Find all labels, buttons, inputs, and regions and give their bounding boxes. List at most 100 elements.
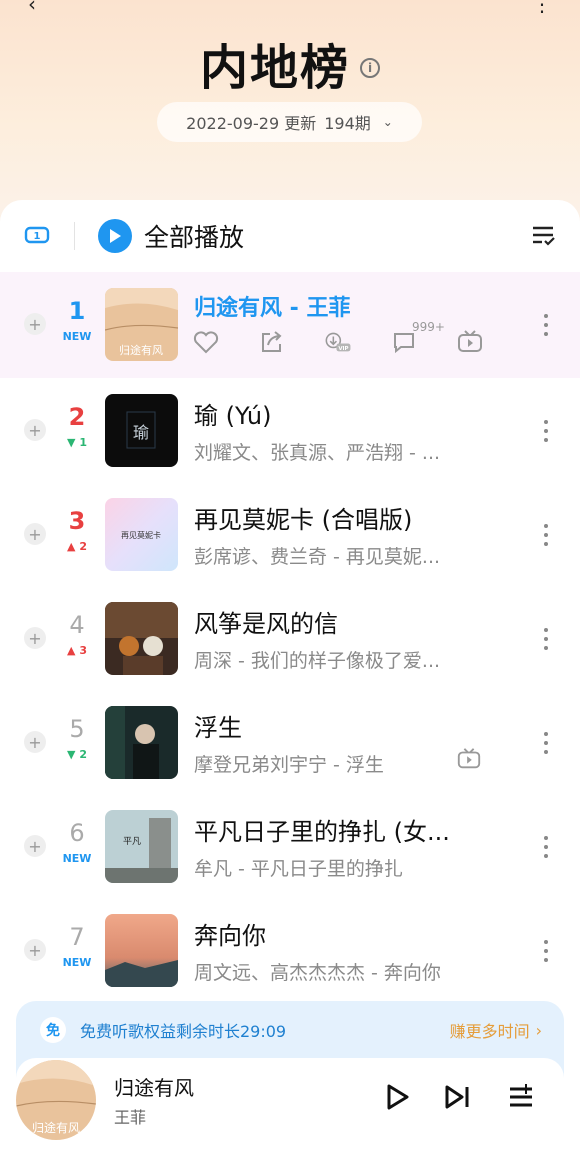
list-item[interactable]: + 2 ▼ 1 瑜 瑜 (Yú) 刘耀文、张真源、严浩翔 - ...	[0, 378, 580, 482]
album-cover[interactable]	[105, 602, 178, 675]
album-cover[interactable]: 再见莫妮卡	[105, 498, 178, 571]
song-artist: 周深 - 我们的样子像极了爱...	[194, 650, 441, 672]
song-title: 瑜 (Yú)	[194, 402, 272, 430]
more-icon[interactable]	[542, 628, 550, 650]
download-vip-icon[interactable]: VIP	[324, 328, 352, 356]
toolbar-divider	[74, 222, 75, 250]
issue-selector[interactable]: 2022-09-29 更新 194期 ⌄	[157, 102, 422, 142]
rank-change: ▼ 2	[67, 748, 87, 761]
album-cover[interactable]: 平凡	[105, 810, 178, 883]
add-icon[interactable]: +	[24, 939, 46, 961]
earn-more-link[interactable]: 赚更多时间 ›	[450, 1018, 542, 1042]
rank-number: 5	[69, 715, 85, 743]
mini-player[interactable]: 归途有风 归途有风 王菲	[16, 1058, 564, 1158]
song-title: 浮生	[194, 714, 242, 742]
rank-column: 5 ▼ 2	[56, 714, 98, 761]
rank-column: 6 NEW	[56, 818, 98, 865]
more-icon[interactable]	[542, 732, 550, 754]
song-title: 风筝是风的信	[194, 610, 338, 638]
chevron-down-icon: ⌄	[382, 115, 393, 129]
list-item[interactable]: + 5 ▼ 2 浮生 摩登兄弟刘宇宁 - 浮生	[0, 690, 580, 794]
svg-text:VIP: VIP	[338, 346, 348, 352]
svg-text:平凡: 平凡	[123, 836, 141, 847]
svg-text:瑜: 瑜	[133, 423, 149, 442]
more-icon[interactable]	[542, 836, 550, 858]
earn-more-label: 赚更多时间	[449, 1022, 530, 1041]
list-item[interactable]: + 6 NEW 平凡 平凡日子里的挣扎 (女... 牟凡 - 平凡日子里的挣扎	[0, 794, 580, 898]
play-icon	[98, 219, 132, 253]
album-cover[interactable]	[105, 914, 178, 987]
next-track-icon[interactable]	[442, 1082, 472, 1112]
player-title: 归途有风	[114, 1076, 194, 1100]
play-all-label: 全部播放	[144, 223, 245, 252]
rank-change: NEW	[62, 330, 92, 343]
rank-number: 4	[69, 611, 85, 639]
rank-change: NEW	[62, 852, 92, 865]
rank-number: 6	[69, 819, 85, 847]
song-title: 归途有风 - 王菲	[194, 296, 351, 321]
song-title: 平凡日子里的挣扎 (女...	[194, 818, 450, 846]
player-artist: 王菲	[114, 1108, 147, 1127]
add-icon[interactable]: +	[24, 627, 46, 649]
svg-text:归途有风: 归途有风	[32, 1120, 80, 1135]
more-icon[interactable]	[542, 314, 550, 336]
song-artist: 摩登兄弟刘宇宁 - 浮生	[194, 754, 384, 776]
song-actions: VIP 999+	[192, 320, 522, 356]
add-icon[interactable]: +	[24, 523, 46, 545]
chart-header: ‹ ⋮ 内地榜 i 2022-09-29 更新 194期 ⌄	[0, 0, 580, 230]
manage-list-icon[interactable]	[530, 222, 556, 248]
free-time-text: 免费听歌权益剩余时长29:09	[80, 1022, 287, 1041]
song-title: 奔向你	[194, 922, 266, 950]
rank-number: 2	[68, 403, 86, 431]
more-icon[interactable]: ⋮	[532, 0, 552, 16]
mv-icon[interactable]	[456, 328, 484, 356]
player-cover[interactable]: 归途有风	[16, 1060, 96, 1140]
rank-column: 2 ▼ 1	[56, 402, 98, 449]
rank-change: ▲ 2	[67, 540, 87, 553]
free-badge: 免	[40, 1017, 66, 1043]
rank-change: NEW	[62, 956, 92, 969]
rank-number: 7	[69, 923, 85, 951]
playlist-icon[interactable]	[506, 1082, 536, 1112]
chevron-right-icon: ›	[535, 1020, 542, 1040]
rank-change: ▼ 1	[67, 436, 87, 449]
list-item[interactable]: + 7 NEW 奔向你 周文远、高杰杰杰杰 - 奔向你	[0, 898, 580, 1002]
svg-text:再见莫妮卡: 再见莫妮卡	[121, 530, 161, 540]
rank-column: 7 NEW	[56, 922, 98, 969]
heart-icon[interactable]	[192, 328, 220, 356]
song-artist: 刘耀文、张真源、严浩翔 - ...	[194, 442, 441, 464]
add-icon[interactable]: +	[24, 835, 46, 857]
list-toolbar: 1 全部播放	[0, 200, 580, 272]
loop-icon[interactable]: 1	[24, 222, 50, 248]
album-cover[interactable]	[105, 706, 178, 779]
comment-button[interactable]: 999+	[390, 320, 445, 356]
list-item[interactable]: + 1 NEW 归途有风 归途有风 - 王菲 VIP 999+	[0, 272, 580, 378]
list-item[interactable]: + 3 ▲ 2 再见莫妮卡 再见莫妮卡 (合唱版) 彭席谚、费兰奇 - 再见莫妮…	[0, 482, 580, 586]
issue-date: 2022-09-29 更新	[186, 114, 317, 133]
more-icon[interactable]	[542, 940, 550, 962]
svg-text:归途有风: 归途有风	[119, 343, 163, 357]
add-icon[interactable]: +	[24, 419, 46, 441]
rank-column: 1 NEW	[56, 296, 98, 343]
add-icon[interactable]: +	[24, 731, 46, 753]
issue-number: 194期	[324, 114, 371, 133]
play-icon[interactable]	[382, 1082, 412, 1112]
add-icon[interactable]: +	[24, 313, 46, 335]
share-icon[interactable]	[258, 328, 286, 356]
rank-column: 3 ▲ 2	[56, 506, 98, 553]
song-artist: 彭席谚、费兰奇 - 再见莫妮...	[194, 546, 441, 568]
mv-icon[interactable]	[456, 746, 482, 772]
more-icon[interactable]	[542, 524, 550, 546]
rank-change: ▲ 3	[67, 644, 87, 657]
back-icon[interactable]: ‹	[28, 0, 36, 16]
rank-number: 1	[68, 297, 86, 325]
play-all-button[interactable]: 全部播放	[98, 217, 244, 255]
song-artist: 周文远、高杰杰杰杰 - 奔向你	[194, 962, 441, 984]
svg-text:1: 1	[34, 231, 41, 242]
album-cover[interactable]: 归途有风	[105, 288, 178, 361]
album-cover[interactable]: 瑜	[105, 394, 178, 467]
more-icon[interactable]	[542, 420, 550, 442]
list-item[interactable]: + 4 ▲ 3 风筝是风的信 周深 - 我们的样子像极了爱...	[0, 586, 580, 690]
comment-count: 999+	[412, 320, 445, 334]
info-icon[interactable]: i	[360, 58, 380, 78]
